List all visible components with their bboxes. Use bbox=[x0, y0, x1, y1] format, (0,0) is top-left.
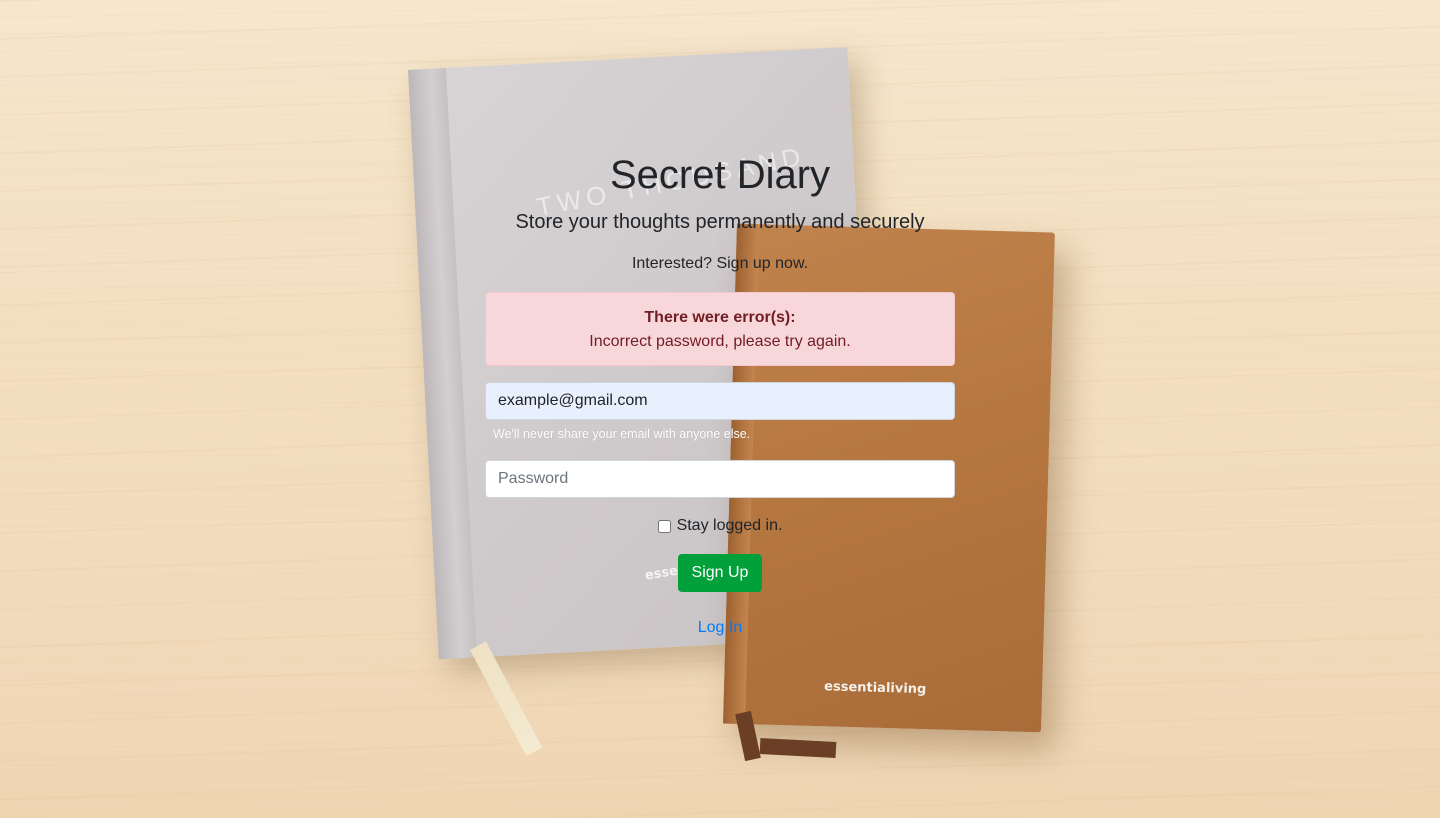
stay-logged-in-row[interactable]: Stay logged in. bbox=[485, 516, 955, 536]
email-field[interactable] bbox=[485, 382, 955, 420]
brown-ribbon-bookmark bbox=[735, 710, 761, 762]
page-subtitle: Store your thoughts permanently and secu… bbox=[515, 211, 925, 233]
log-in-link[interactable]: Log In bbox=[698, 619, 742, 636]
password-field[interactable] bbox=[485, 460, 955, 498]
error-alert-title: There were error(s): bbox=[644, 309, 796, 326]
stay-logged-in-label: Stay logged in. bbox=[676, 517, 783, 534]
error-alert-message: Incorrect password, please try again. bbox=[589, 333, 851, 350]
sign-up-button[interactable]: Sign Up bbox=[678, 554, 762, 592]
page-title: Secret Diary bbox=[609, 153, 831, 197]
error-alert: There were error(s): Incorrect password,… bbox=[485, 292, 955, 366]
signup-prompt: Interested? Sign up now. bbox=[631, 255, 809, 272]
brown-notebook-brand: essentialiving bbox=[823, 679, 927, 698]
grey-notebook-spine bbox=[408, 68, 477, 660]
email-help-text: We'll never share your email with anyone… bbox=[493, 427, 751, 441]
login-link-row: Log In bbox=[485, 618, 955, 638]
stay-logged-in-checkbox[interactable] bbox=[657, 519, 671, 533]
brown-ribbon-bookmark-tail bbox=[759, 738, 837, 758]
cream-ribbon-bookmark bbox=[470, 641, 543, 756]
